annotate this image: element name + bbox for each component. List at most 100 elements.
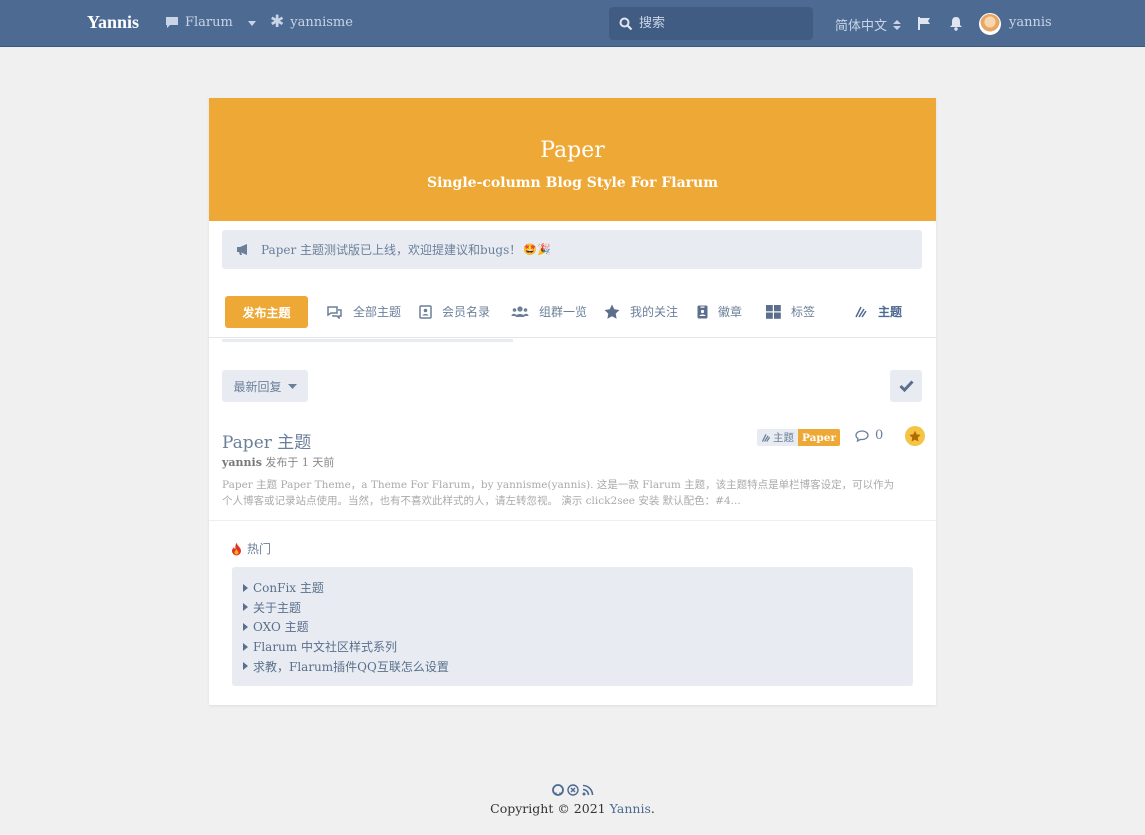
footer-icons	[552, 784, 594, 796]
paint-icon	[761, 433, 771, 442]
hot-title-label: 热门	[247, 542, 272, 556]
bell-icon[interactable]	[947, 14, 965, 32]
list-item[interactable]: 求教，Flarum插件QQ互联怎么设置	[243, 656, 902, 676]
comments-icon	[327, 305, 342, 319]
nav-all-discussions[interactable]: 全部主题	[326, 303, 401, 320]
hero-banner: Paper Single-column Blog Style For Flaru…	[209, 98, 936, 221]
comment-icon	[166, 17, 178, 28]
nav-all-discussions-label: 全部主题	[353, 305, 402, 319]
caret-down-icon	[287, 384, 297, 389]
paint-icon	[855, 306, 867, 317]
avatar[interactable]	[979, 13, 1001, 35]
hot-item-label: OXO 主题	[253, 620, 309, 635]
tag-paper-label: Paper	[802, 431, 836, 444]
list-item[interactable]: ConFix 主题	[243, 578, 902, 598]
star-icon	[909, 430, 921, 442]
star-icon	[604, 304, 620, 319]
divider	[209, 520, 936, 521]
tag-theme[interactable]: 主题	[757, 429, 798, 446]
nav-flarum-label: Flarum	[185, 15, 233, 30]
nav-groups[interactable]: 组群一览	[511, 303, 587, 320]
flag-icon[interactable]	[915, 14, 933, 32]
nav-badges[interactable]: 徽章	[697, 303, 742, 320]
nav-yannisme[interactable]: ✱ yannisme	[270, 12, 353, 32]
hero-title: Paper	[540, 138, 605, 163]
th-large-icon	[766, 304, 781, 319]
discussion-tags: 主题 Paper	[757, 429, 840, 446]
reply-count-value: 0	[875, 428, 884, 443]
nav-groups-label: 组群一览	[539, 305, 588, 319]
hot-item-label: 求教，Flarum插件QQ互联怎么设置	[253, 659, 449, 674]
nav-flarum[interactable]: Flarum	[165, 15, 257, 30]
check-icon	[898, 380, 914, 392]
close-circle-icon[interactable]	[567, 784, 579, 796]
sort-icon	[893, 19, 902, 30]
caret-right-icon	[243, 642, 248, 651]
discussion-author[interactable]: yannis	[222, 456, 262, 469]
language-label: 简体中文	[835, 19, 888, 34]
nav-yannisme-label: yannisme	[290, 15, 353, 30]
tag-paper[interactable]: Paper	[798, 429, 840, 446]
hot-item-label: 关于主题	[253, 600, 302, 615]
brand-logo[interactable]: Yannis	[87, 12, 139, 33]
hot-item-label: ConFix 主题	[253, 581, 324, 596]
user-menu[interactable]: yannis	[1009, 15, 1052, 30]
copyright: Copyright © 2021 Yannis.	[0, 801, 1145, 816]
hot-title: 热门	[231, 540, 271, 557]
main-card: Paper Single-column Blog Style For Flaru…	[209, 98, 936, 705]
caret-down-icon	[247, 20, 256, 26]
list-item[interactable]: OXO 主题	[243, 617, 902, 637]
announcement-bar: Paper 主题测试版已上线，欢迎提建议和bugs！ 🤩🎉	[222, 230, 922, 269]
github-icon[interactable]	[552, 784, 564, 796]
nav-theme-tag[interactable]: 主题	[854, 303, 902, 320]
asterisk-icon: ✱	[270, 12, 285, 32]
nav-tags[interactable]: 标签	[766, 303, 815, 320]
hot-item-label: Flarum 中文社区样式系列	[253, 640, 397, 655]
sort-dropdown[interactable]: 最新回复	[222, 370, 308, 402]
search-input[interactable]	[639, 16, 799, 31]
nav-badges-label: 徽章	[718, 305, 743, 319]
caret-right-icon	[243, 662, 248, 671]
address-book-icon	[419, 304, 432, 319]
nav-theme-tag-label: 主题	[878, 305, 903, 319]
copyright-text: Copyright © 2021	[490, 801, 606, 816]
discussion-excerpt[interactable]: Paper 主题 Paper Theme，a Theme For Flarum，…	[222, 477, 902, 509]
hero-subtitle: Single-column Blog Style For Flarum	[426, 175, 719, 191]
sort-label: 最新回复	[233, 379, 282, 394]
discussion-title[interactable]: Paper 主题	[222, 428, 311, 453]
bullhorn-icon	[237, 244, 247, 255]
language-select[interactable]: 简体中文	[835, 15, 902, 34]
discussion-time: 发布于 1 天前	[265, 456, 335, 469]
top-header: Yannis Flarum ✱ yannisme 简体中文 yannis	[0, 0, 1145, 47]
search-box[interactable]	[609, 7, 813, 40]
caret-right-icon	[243, 583, 248, 592]
nav-tags-label: 标签	[791, 305, 816, 319]
list-item[interactable]: 关于主题	[243, 598, 902, 618]
caret-right-icon	[243, 622, 248, 631]
nav-following[interactable]: 我的关注	[604, 303, 678, 320]
username-label: yannis	[1009, 15, 1052, 30]
announcement-text: Paper 主题测试版已上线，欢迎提建议和bugs！	[261, 243, 522, 257]
nav-members[interactable]: 会员名录	[419, 303, 490, 320]
comment-outline-icon	[855, 429, 869, 442]
toolbar: 发布主题 全部主题 会员名录 组群一览 我的关注 徽章 标签 主题	[209, 293, 936, 338]
fire-icon	[232, 542, 241, 555]
rss-icon[interactable]	[582, 784, 594, 796]
search-icon	[619, 17, 633, 30]
mark-all-read-button[interactable]	[890, 370, 922, 402]
tag-theme-label: 主题	[773, 432, 794, 444]
hot-list: ConFix 主题 关于主题 OXO 主题 Flarum 中文社区样式系列 求教…	[232, 567, 913, 686]
caret-right-icon	[243, 603, 248, 612]
users-icon	[511, 306, 529, 317]
discussion-meta: yannis 发布于 1 天前	[222, 454, 334, 470]
reply-count[interactable]: 0	[855, 428, 883, 443]
nav-members-label: 会员名录	[442, 305, 491, 319]
sticky-badge	[905, 426, 925, 446]
announcement-emoji: 🤩🎉	[523, 243, 551, 256]
start-discussion-button[interactable]: 发布主题	[225, 296, 308, 328]
id-badge-icon	[697, 305, 708, 318]
nav-following-label: 我的关注	[630, 305, 679, 319]
list-item[interactable]: Flarum 中文社区样式系列	[243, 637, 902, 657]
toolbar-underline	[222, 339, 513, 342]
footer-link[interactable]: Yannis	[610, 801, 651, 816]
